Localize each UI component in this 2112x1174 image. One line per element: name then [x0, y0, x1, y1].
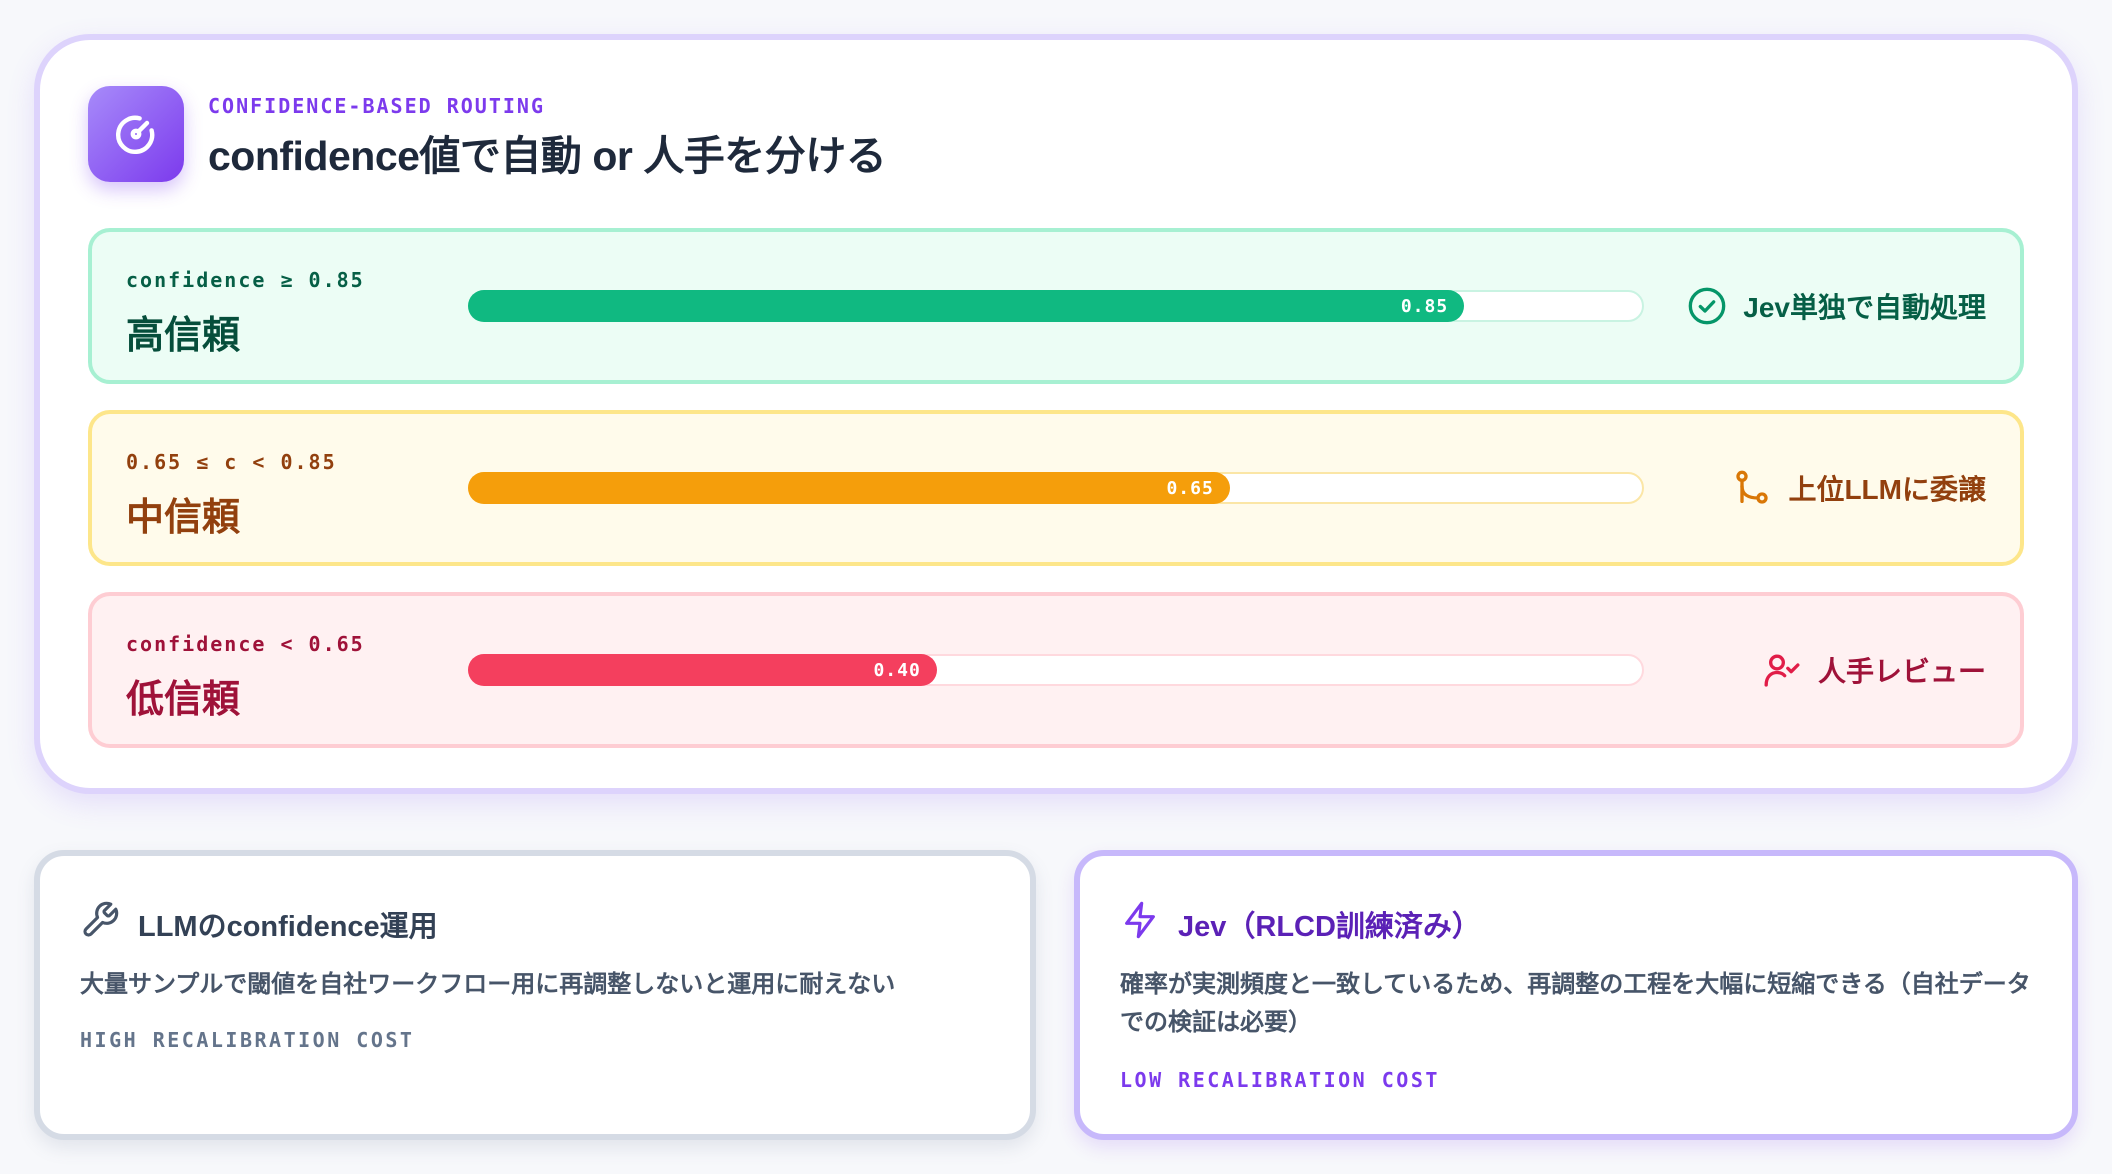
confidence-bar: 0.85	[468, 290, 1644, 322]
tier-condition: confidence ≥ 0.85	[126, 268, 365, 292]
card-title: Jev（RLCD訓練済み）	[1178, 911, 1481, 943]
tier-low: confidence < 0.65 低信頼 0.40 人手レビュー	[88, 592, 2024, 748]
confidence-bar-fill: 0.40	[468, 654, 937, 686]
tier-action: 人手レビュー	[1762, 646, 1986, 694]
tier-high: confidence ≥ 0.85 高信頼 0.85 Jev単独で自動処理	[88, 228, 2024, 384]
tier-label: 高信頼	[126, 315, 241, 357]
card-header: LLMのconfidence運用	[80, 900, 438, 948]
tier-action: Jev単独で自動処理	[1687, 282, 1986, 330]
card-header: Jev（RLCD訓練済み）	[1120, 900, 1481, 948]
confidence-value: 0.65	[1166, 477, 1214, 499]
git-branch-icon	[1732, 468, 1772, 508]
confidence-value: 0.85	[1400, 295, 1449, 317]
lightning-icon	[1120, 900, 1160, 948]
tier-condition: 0.65 ≤ c < 0.85	[126, 450, 337, 474]
wrench-icon	[80, 900, 120, 948]
confidence-routing-panel: CONFIDENCE-BASED ROUTING confidence値で自動 …	[34, 34, 2078, 794]
confidence-value: 0.40	[873, 659, 921, 681]
confidence-bar-fill: 0.85	[468, 290, 1465, 322]
tier-condition: confidence < 0.65	[126, 632, 365, 656]
recalibration-cost-tag: HIGH RECALIBRATION COST	[80, 1028, 415, 1052]
tier-label: 中信頼	[126, 497, 241, 539]
tier-mid: 0.65 ≤ c < 0.85 中信頼 0.65 上位LLMに委譲	[88, 410, 2024, 566]
confidence-bar-fill: 0.65	[468, 472, 1230, 504]
recalibration-cost-tag: LOW RECALIBRATION COST	[1120, 1068, 1440, 1092]
tier-action-label: 上位LLMに委譲	[1788, 474, 1986, 505]
confidence-bar: 0.40	[468, 654, 1644, 686]
tier-action: 上位LLMに委譲	[1732, 464, 1986, 512]
check-circle-icon	[1687, 286, 1727, 326]
confidence-bar: 0.65	[468, 472, 1644, 504]
page-title: confidence値で自動 or 人手を分ける	[208, 133, 887, 179]
tier-action-label: Jev単独で自動処理	[1743, 292, 1986, 323]
jev-card: Jev（RLCD訓練済み） 確率が実測頻度と一致しているため、再調整の工程を大幅…	[1074, 850, 2078, 1140]
tier-label: 低信頼	[126, 679, 241, 721]
card-title: LLMのconfidence運用	[138, 911, 438, 943]
section-eyebrow: CONFIDENCE-BASED ROUTING	[208, 94, 545, 118]
user-check-icon	[1762, 650, 1802, 690]
card-description: 確率が実測頻度と一致しているため、再調整の工程を大幅に短縮できる（自社データでの…	[1120, 971, 2031, 1036]
gauge-icon	[88, 86, 184, 182]
llm-confidence-card: LLMのconfidence運用 大量サンプルで閾値を自社ワークフロー用に再調整…	[34, 850, 1036, 1140]
tier-action-label: 人手レビュー	[1817, 656, 1986, 687]
card-description: 大量サンプルで閾値を自社ワークフロー用に再調整しないと運用に耐えない	[80, 971, 896, 998]
